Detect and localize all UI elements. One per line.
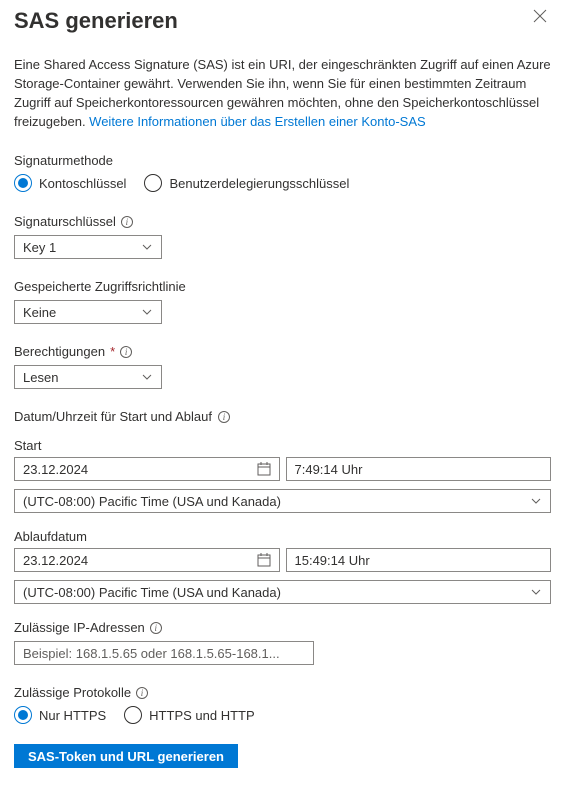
- expiry-timezone-value: (UTC-08:00) Pacific Time (USA und Kanada…: [23, 585, 281, 600]
- info-icon[interactable]: i: [121, 216, 133, 228]
- start-date-input[interactable]: 23.12.2024: [14, 457, 280, 481]
- generate-sas-button[interactable]: SAS-Token und URL generieren: [14, 744, 238, 768]
- chevron-down-icon: [530, 495, 542, 507]
- radio-label: Nur HTTPS: [39, 708, 106, 723]
- description-text: Eine Shared Access Signature (SAS) ist e…: [14, 56, 551, 131]
- datetime-header: Datum/Uhrzeit für Start und Ablauf: [14, 409, 212, 424]
- expiry-time-value: 15:49:14 Uhr: [295, 553, 370, 568]
- chevron-down-icon: [141, 371, 153, 383]
- radio-icon: [144, 174, 162, 192]
- stored-policy-value: Keine: [23, 305, 56, 320]
- info-icon[interactable]: i: [136, 687, 148, 699]
- radio-https-and-http[interactable]: HTTPS und HTTP: [124, 706, 254, 724]
- signing-key-value: Key 1: [23, 240, 56, 255]
- expiry-time-input[interactable]: 15:49:14 Uhr: [286, 548, 552, 572]
- signature-method-group: Kontoschlüssel Benutzerdelegierungsschlü…: [14, 174, 551, 192]
- expiry-date-input[interactable]: 23.12.2024: [14, 548, 280, 572]
- signing-key-label: Signaturschlüssel: [14, 214, 116, 229]
- radio-label: HTTPS und HTTP: [149, 708, 254, 723]
- expiry-date-value: 23.12.2024: [23, 553, 88, 568]
- expiry-timezone-dropdown[interactable]: (UTC-08:00) Pacific Time (USA und Kanada…: [14, 580, 551, 604]
- calendar-icon: [257, 462, 271, 476]
- ip-addresses-input[interactable]: [14, 641, 314, 665]
- chevron-down-icon: [530, 586, 542, 598]
- required-indicator: *: [110, 344, 115, 359]
- radio-account-key[interactable]: Kontoschlüssel: [14, 174, 126, 192]
- learn-more-link[interactable]: Weitere Informationen über das Erstellen…: [89, 114, 426, 129]
- radio-icon: [14, 706, 32, 724]
- permissions-value: Lesen: [23, 370, 58, 385]
- signature-method-label: Signaturmethode: [14, 153, 551, 168]
- radio-label: Kontoschlüssel: [39, 176, 126, 191]
- protocols-label: Zulässige Protokolle: [14, 685, 131, 700]
- stored-policy-dropdown[interactable]: Keine: [14, 300, 162, 324]
- stored-policy-label: Gespeicherte Zugriffsrichtlinie: [14, 279, 551, 294]
- radio-https-only[interactable]: Nur HTTPS: [14, 706, 106, 724]
- radio-icon: [14, 174, 32, 192]
- page-title: SAS generieren: [14, 8, 178, 34]
- signing-key-dropdown[interactable]: Key 1: [14, 235, 162, 259]
- chevron-down-icon: [141, 241, 153, 253]
- close-icon: [533, 7, 547, 27]
- ip-addresses-label: Zulässige IP-Adressen: [14, 620, 145, 635]
- expiry-label: Ablaufdatum: [14, 529, 551, 544]
- start-time-input[interactable]: 7:49:14 Uhr: [286, 457, 552, 481]
- info-icon[interactable]: i: [150, 622, 162, 634]
- radio-icon: [124, 706, 142, 724]
- start-date-value: 23.12.2024: [23, 462, 88, 477]
- calendar-icon: [257, 553, 271, 567]
- start-timezone-dropdown[interactable]: (UTC-08:00) Pacific Time (USA und Kanada…: [14, 489, 551, 513]
- radio-label: Benutzerdelegierungsschlüssel: [169, 176, 349, 191]
- info-icon[interactable]: i: [218, 411, 230, 423]
- start-time-value: 7:49:14 Uhr: [295, 462, 363, 477]
- close-button[interactable]: [529, 8, 551, 26]
- info-icon[interactable]: i: [120, 346, 132, 358]
- chevron-down-icon: [141, 306, 153, 318]
- start-label: Start: [14, 438, 551, 453]
- radio-user-delegation[interactable]: Benutzerdelegierungsschlüssel: [144, 174, 349, 192]
- permissions-label: Berechtigungen: [14, 344, 105, 359]
- permissions-dropdown[interactable]: Lesen: [14, 365, 162, 389]
- start-timezone-value: (UTC-08:00) Pacific Time (USA und Kanada…: [23, 494, 281, 509]
